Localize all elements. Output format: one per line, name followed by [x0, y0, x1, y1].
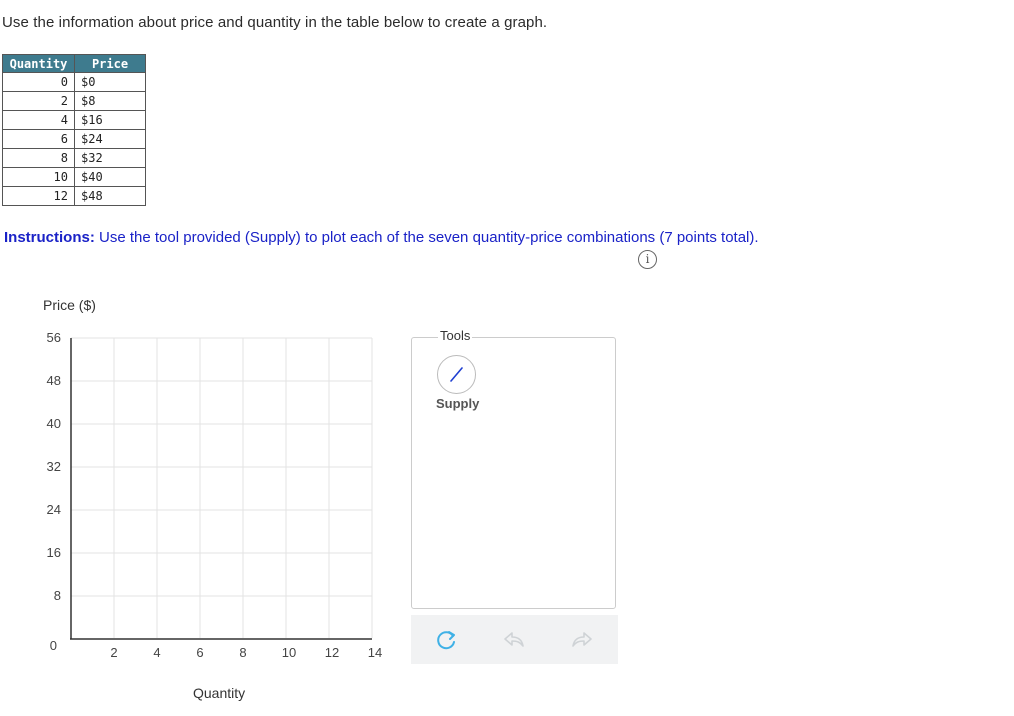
y-tick-label: 56 [46, 330, 61, 345]
y-tick-label: 40 [46, 416, 61, 431]
undo-icon[interactable] [501, 627, 527, 653]
y-tick-label: 24 [46, 502, 61, 517]
x-axis-label: Quantity [193, 685, 246, 701]
x-tick-label: 8 [239, 645, 247, 660]
x-tick-label: 2 [110, 645, 118, 660]
line-tool-icon [450, 367, 463, 382]
y-tick-label: 32 [46, 459, 61, 474]
y-tick-label: 48 [46, 373, 61, 388]
reset-icon[interactable] [433, 627, 459, 653]
supply-tool-label[interactable]: Supply [436, 396, 479, 411]
x-tick-label: 6 [196, 645, 204, 660]
x-tick-label: 14 [367, 645, 383, 660]
redo-icon[interactable] [569, 627, 595, 653]
y-tick-label: 16 [46, 545, 61, 560]
graph-toolbar [411, 615, 618, 664]
x-tick-label: 4 [153, 645, 161, 660]
supply-tool-button[interactable] [437, 355, 476, 394]
y-tick-label: 8 [53, 588, 61, 603]
tools-title: Tools [438, 328, 473, 343]
x-tick-label: 12 [324, 645, 340, 660]
x-tick-label: 10 [281, 645, 297, 660]
grid [71, 337, 373, 638]
y-tick-label: 0 [49, 638, 57, 653]
